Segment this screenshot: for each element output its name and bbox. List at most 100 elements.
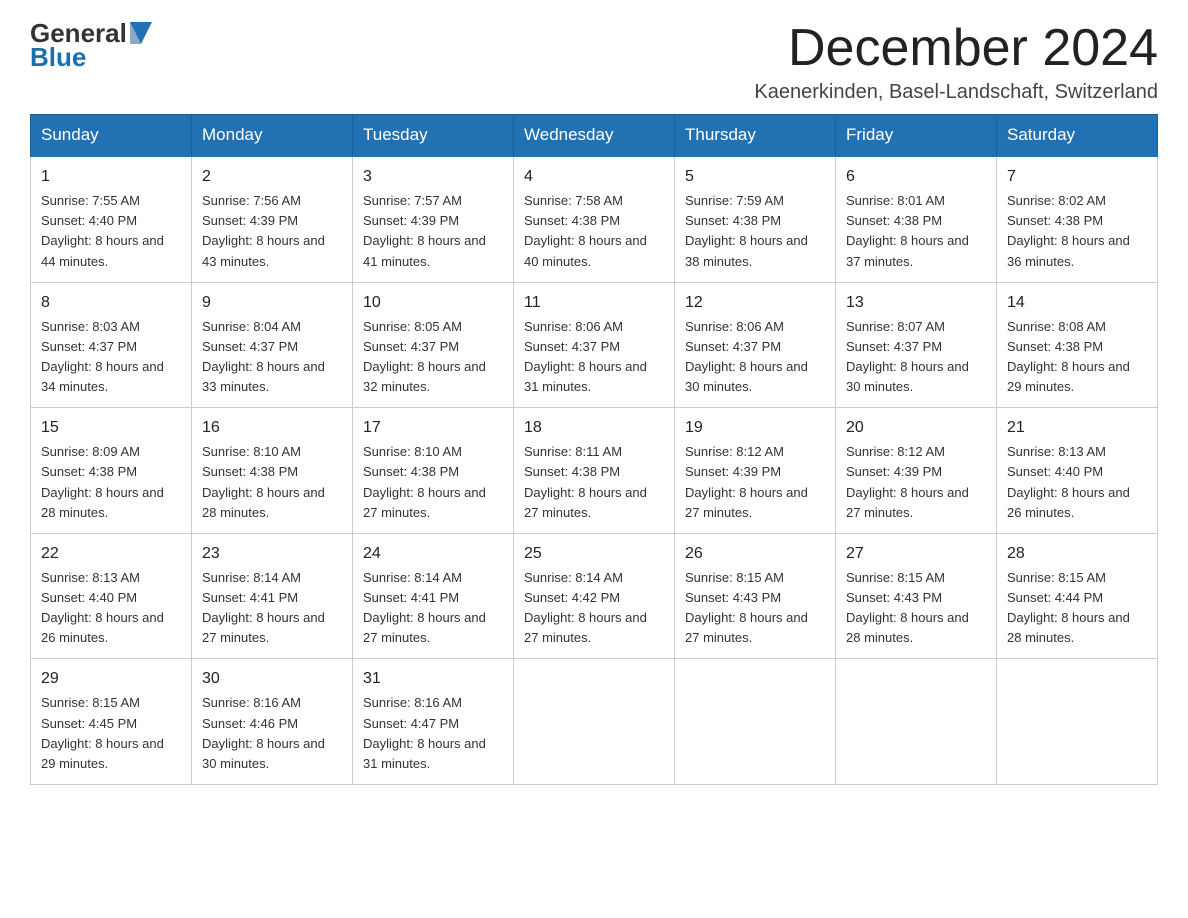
- day-number: 31: [363, 667, 503, 691]
- calendar-cell: 30Sunrise: 8:16 AMSunset: 4:46 PMDayligh…: [192, 659, 353, 785]
- day-number: 22: [41, 542, 181, 566]
- day-number: 5: [685, 165, 825, 189]
- calendar-week-row: 22Sunrise: 8:13 AMSunset: 4:40 PMDayligh…: [31, 533, 1158, 659]
- calendar-table: SundayMondayTuesdayWednesdayThursdayFrid…: [30, 114, 1158, 785]
- calendar-cell: [997, 659, 1158, 785]
- day-number: 1: [41, 165, 181, 189]
- day-info: Sunrise: 8:08 AMSunset: 4:38 PMDaylight:…: [1007, 317, 1147, 398]
- calendar-week-row: 15Sunrise: 8:09 AMSunset: 4:38 PMDayligh…: [31, 408, 1158, 534]
- day-info: Sunrise: 8:04 AMSunset: 4:37 PMDaylight:…: [202, 317, 342, 398]
- calendar-cell: 16Sunrise: 8:10 AMSunset: 4:38 PMDayligh…: [192, 408, 353, 534]
- day-info: Sunrise: 8:15 AMSunset: 4:45 PMDaylight:…: [41, 693, 181, 774]
- column-header-saturday: Saturday: [997, 115, 1158, 157]
- day-info: Sunrise: 7:59 AMSunset: 4:38 PMDaylight:…: [685, 191, 825, 272]
- calendar-cell: 2Sunrise: 7:56 AMSunset: 4:39 PMDaylight…: [192, 156, 353, 282]
- day-number: 24: [363, 542, 503, 566]
- column-header-sunday: Sunday: [31, 115, 192, 157]
- day-number: 25: [524, 542, 664, 566]
- day-info: Sunrise: 8:02 AMSunset: 4:38 PMDaylight:…: [1007, 191, 1147, 272]
- calendar-cell: 27Sunrise: 8:15 AMSunset: 4:43 PMDayligh…: [836, 533, 997, 659]
- calendar-cell: 10Sunrise: 8:05 AMSunset: 4:37 PMDayligh…: [353, 282, 514, 408]
- day-info: Sunrise: 7:57 AMSunset: 4:39 PMDaylight:…: [363, 191, 503, 272]
- calendar-cell: 8Sunrise: 8:03 AMSunset: 4:37 PMDaylight…: [31, 282, 192, 408]
- day-info: Sunrise: 7:55 AMSunset: 4:40 PMDaylight:…: [41, 191, 181, 272]
- calendar-cell: 28Sunrise: 8:15 AMSunset: 4:44 PMDayligh…: [997, 533, 1158, 659]
- day-info: Sunrise: 8:10 AMSunset: 4:38 PMDaylight:…: [363, 442, 503, 523]
- calendar-cell: 26Sunrise: 8:15 AMSunset: 4:43 PMDayligh…: [675, 533, 836, 659]
- day-info: Sunrise: 8:07 AMSunset: 4:37 PMDaylight:…: [846, 317, 986, 398]
- day-number: 12: [685, 291, 825, 315]
- day-number: 9: [202, 291, 342, 315]
- calendar-cell: 15Sunrise: 8:09 AMSunset: 4:38 PMDayligh…: [31, 408, 192, 534]
- day-number: 20: [846, 416, 986, 440]
- day-info: Sunrise: 8:16 AMSunset: 4:47 PMDaylight:…: [363, 693, 503, 774]
- calendar-week-row: 1Sunrise: 7:55 AMSunset: 4:40 PMDaylight…: [31, 156, 1158, 282]
- day-info: Sunrise: 8:05 AMSunset: 4:37 PMDaylight:…: [363, 317, 503, 398]
- page-header: General Blue December 2024 Kaenerkinden,…: [30, 20, 1158, 104]
- day-info: Sunrise: 8:06 AMSunset: 4:37 PMDaylight:…: [524, 317, 664, 398]
- calendar-cell: 3Sunrise: 7:57 AMSunset: 4:39 PMDaylight…: [353, 156, 514, 282]
- day-info: Sunrise: 7:56 AMSunset: 4:39 PMDaylight:…: [202, 191, 342, 272]
- day-info: Sunrise: 8:13 AMSunset: 4:40 PMDaylight:…: [1007, 442, 1147, 523]
- calendar-cell: 5Sunrise: 7:59 AMSunset: 4:38 PMDaylight…: [675, 156, 836, 282]
- day-info: Sunrise: 8:03 AMSunset: 4:37 PMDaylight:…: [41, 317, 181, 398]
- day-number: 14: [1007, 291, 1147, 315]
- day-number: 26: [685, 542, 825, 566]
- calendar-cell: 18Sunrise: 8:11 AMSunset: 4:38 PMDayligh…: [514, 408, 675, 534]
- calendar-cell: 21Sunrise: 8:13 AMSunset: 4:40 PMDayligh…: [997, 408, 1158, 534]
- logo: General Blue: [30, 20, 152, 70]
- day-info: Sunrise: 8:01 AMSunset: 4:38 PMDaylight:…: [846, 191, 986, 272]
- calendar-cell: [514, 659, 675, 785]
- calendar-cell: 13Sunrise: 8:07 AMSunset: 4:37 PMDayligh…: [836, 282, 997, 408]
- day-number: 4: [524, 165, 664, 189]
- calendar-header-row: SundayMondayTuesdayWednesdayThursdayFrid…: [31, 115, 1158, 157]
- day-number: 15: [41, 416, 181, 440]
- day-number: 21: [1007, 416, 1147, 440]
- calendar-cell: 9Sunrise: 8:04 AMSunset: 4:37 PMDaylight…: [192, 282, 353, 408]
- calendar-cell: 31Sunrise: 8:16 AMSunset: 4:47 PMDayligh…: [353, 659, 514, 785]
- day-number: 28: [1007, 542, 1147, 566]
- day-info: Sunrise: 7:58 AMSunset: 4:38 PMDaylight:…: [524, 191, 664, 272]
- day-info: Sunrise: 8:16 AMSunset: 4:46 PMDaylight:…: [202, 693, 342, 774]
- day-number: 23: [202, 542, 342, 566]
- day-info: Sunrise: 8:09 AMSunset: 4:38 PMDaylight:…: [41, 442, 181, 523]
- calendar-cell: 6Sunrise: 8:01 AMSunset: 4:38 PMDaylight…: [836, 156, 997, 282]
- logo-blue-text: Blue: [30, 44, 86, 70]
- day-info: Sunrise: 8:15 AMSunset: 4:43 PMDaylight:…: [685, 568, 825, 649]
- column-header-tuesday: Tuesday: [353, 115, 514, 157]
- day-number: 30: [202, 667, 342, 691]
- day-info: Sunrise: 8:12 AMSunset: 4:39 PMDaylight:…: [685, 442, 825, 523]
- day-number: 7: [1007, 165, 1147, 189]
- day-number: 3: [363, 165, 503, 189]
- day-number: 8: [41, 291, 181, 315]
- day-number: 2: [202, 165, 342, 189]
- day-info: Sunrise: 8:12 AMSunset: 4:39 PMDaylight:…: [846, 442, 986, 523]
- calendar-cell: 29Sunrise: 8:15 AMSunset: 4:45 PMDayligh…: [31, 659, 192, 785]
- day-info: Sunrise: 8:10 AMSunset: 4:38 PMDaylight:…: [202, 442, 342, 523]
- column-header-monday: Monday: [192, 115, 353, 157]
- logo-triangle-icon: [130, 22, 152, 44]
- day-info: Sunrise: 8:14 AMSunset: 4:42 PMDaylight:…: [524, 568, 664, 649]
- calendar-cell: 22Sunrise: 8:13 AMSunset: 4:40 PMDayligh…: [31, 533, 192, 659]
- title-section: December 2024 Kaenerkinden, Basel-Landsc…: [754, 20, 1158, 104]
- calendar-cell: 7Sunrise: 8:02 AMSunset: 4:38 PMDaylight…: [997, 156, 1158, 282]
- calendar-cell: 17Sunrise: 8:10 AMSunset: 4:38 PMDayligh…: [353, 408, 514, 534]
- calendar-cell: [836, 659, 997, 785]
- day-info: Sunrise: 8:15 AMSunset: 4:44 PMDaylight:…: [1007, 568, 1147, 649]
- calendar-week-row: 29Sunrise: 8:15 AMSunset: 4:45 PMDayligh…: [31, 659, 1158, 785]
- column-header-friday: Friday: [836, 115, 997, 157]
- calendar-cell: [675, 659, 836, 785]
- day-info: Sunrise: 8:14 AMSunset: 4:41 PMDaylight:…: [363, 568, 503, 649]
- day-info: Sunrise: 8:15 AMSunset: 4:43 PMDaylight:…: [846, 568, 986, 649]
- day-number: 11: [524, 291, 664, 315]
- calendar-cell: 19Sunrise: 8:12 AMSunset: 4:39 PMDayligh…: [675, 408, 836, 534]
- calendar-cell: 4Sunrise: 7:58 AMSunset: 4:38 PMDaylight…: [514, 156, 675, 282]
- day-number: 19: [685, 416, 825, 440]
- calendar-cell: 1Sunrise: 7:55 AMSunset: 4:40 PMDaylight…: [31, 156, 192, 282]
- calendar-week-row: 8Sunrise: 8:03 AMSunset: 4:37 PMDaylight…: [31, 282, 1158, 408]
- day-info: Sunrise: 8:06 AMSunset: 4:37 PMDaylight:…: [685, 317, 825, 398]
- day-number: 16: [202, 416, 342, 440]
- location-subtitle: Kaenerkinden, Basel-Landschaft, Switzerl…: [754, 81, 1158, 104]
- calendar-cell: 14Sunrise: 8:08 AMSunset: 4:38 PMDayligh…: [997, 282, 1158, 408]
- calendar-cell: 25Sunrise: 8:14 AMSunset: 4:42 PMDayligh…: [514, 533, 675, 659]
